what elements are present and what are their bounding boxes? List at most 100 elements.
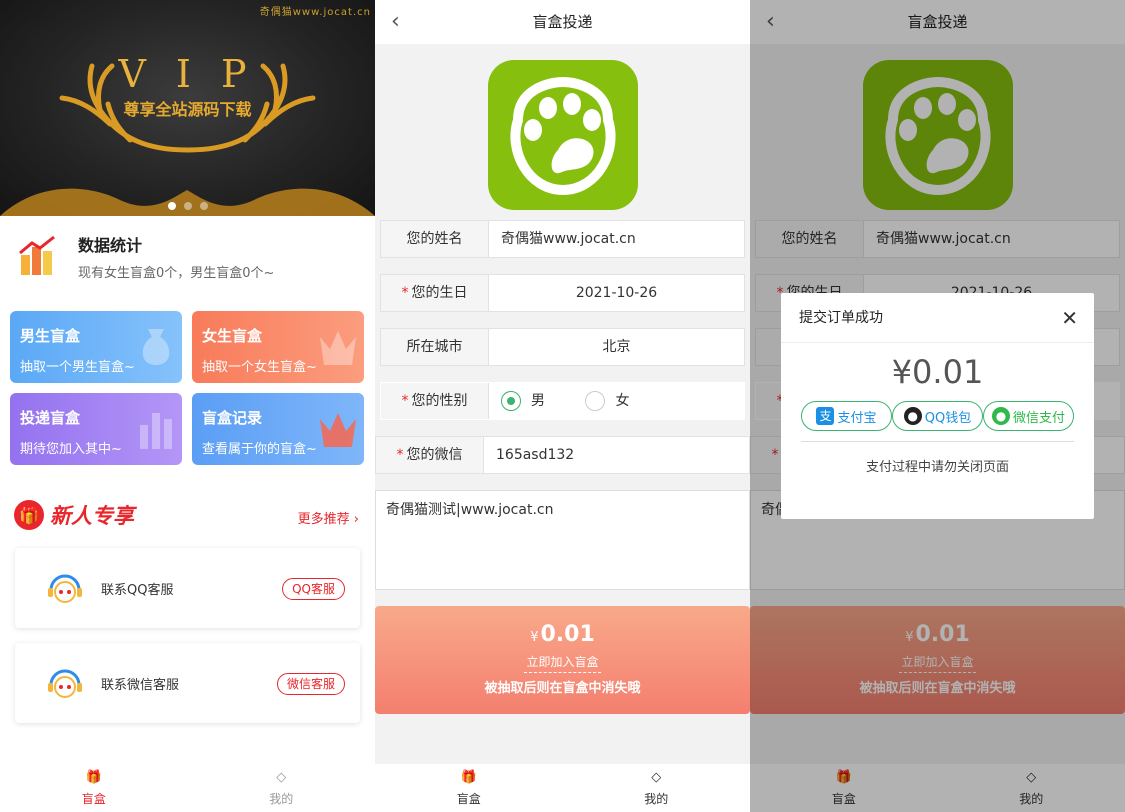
- birthday-field: *您的生日 2021-10-26: [380, 274, 745, 312]
- pay-join-button[interactable]: ¥0.01 立即加入盲盒 被抽取后则在盲盒中消失哦: [375, 606, 750, 714]
- qq-service-card[interactable]: 联系QQ客服 QQ客服: [15, 548, 360, 628]
- required-mark: *: [396, 447, 404, 463]
- dialog-tip: 支付过程中请勿关闭页面: [865, 460, 1009, 475]
- stats-title: 数据统计: [78, 235, 143, 255]
- divider: [801, 441, 1074, 442]
- newcomer-section: 🎁 新人专享 更多推荐 › 联系QQ客服 QQ客服 联系微信客服 微信客服: [0, 476, 375, 764]
- back-arrow-icon[interactable]: ‹: [391, 0, 400, 44]
- banner-vip-text: VIP: [118, 52, 277, 96]
- alipay-label: 支付宝: [837, 410, 877, 426]
- city-picker[interactable]: 北京: [489, 329, 744, 365]
- newcomer-title: 新人专享: [50, 504, 134, 528]
- wechat-pay-label: 微信支付: [1012, 410, 1065, 426]
- qq-wallet-label: QQ钱包: [924, 410, 972, 426]
- wechat-label-text: 您的微信: [406, 447, 463, 463]
- birthday-label: *您的生日: [381, 275, 489, 311]
- gift-box-icon: 🎁: [460, 769, 477, 785]
- city-label: 所在城市: [381, 329, 489, 365]
- carousel-indicator: [0, 202, 375, 210]
- birthday-picker[interactable]: 2021-10-26: [489, 275, 744, 311]
- carousel-dot-1[interactable]: [167, 202, 176, 210]
- nav-header: ‹ 盲盒投递: [375, 0, 750, 44]
- bottom-tabbar: 🎁 盲盒 ◇ 我的: [375, 764, 750, 812]
- gender-label-text: 您的性别: [411, 393, 468, 409]
- qq-wallet-button[interactable]: ● QQ钱包: [892, 401, 983, 431]
- order-success-dialog: 提交订单成功 ✕ ¥0.01 支 支付宝 ● QQ钱包 ● 微信支付 支付过程中…: [781, 293, 1094, 519]
- bottom-tabbar: 🎁 盲盒 ◇ 我的: [0, 764, 375, 812]
- tab-label: 盲盒: [456, 791, 481, 806]
- gender-label: *您的性别: [381, 383, 489, 419]
- vip-banner[interactable]: 奇偶猫www.jocat.cn VIP 尊享全站源码下载: [0, 0, 375, 216]
- blindbox-records-card[interactable]: 盲盒记录 查看属于你的盲盒~: [192, 393, 364, 465]
- qq-service-label: 联系QQ客服: [101, 582, 174, 598]
- stats-subtitle: 现有女生盲盒0个，男生盲盒0个~: [78, 265, 275, 281]
- wechat-icon: ●: [991, 407, 1010, 425]
- stats-bars-icon: [140, 413, 172, 449]
- diamond-icon: ◇: [651, 769, 662, 785]
- join-label: 立即加入盲盒: [524, 653, 601, 673]
- price: ¥0.01: [375, 622, 750, 647]
- more-recommend-label: 更多推荐: [297, 512, 350, 527]
- radio-label: 女: [615, 393, 630, 409]
- gender-female-radio[interactable]: 女: [585, 383, 629, 419]
- tab-blindbox[interactable]: 🎁 盲盒: [375, 764, 563, 812]
- name-field: 您的姓名 奇偶猫www.jocat.cn: [380, 220, 745, 258]
- wechat-input[interactable]: 165asd132: [484, 437, 749, 473]
- wechat-service-label: 联系微信客服: [101, 677, 180, 693]
- gender-male-radio[interactable]: 男: [501, 383, 545, 419]
- chevron-right-icon: ›: [353, 512, 359, 527]
- more-recommend-link[interactable]: 更多推荐 ›: [298, 508, 359, 527]
- modal-overlay[interactable]: 提交订单成功 ✕ ¥0.01 支 支付宝 ● QQ钱包 ● 微信支付 支付过程中…: [750, 0, 1125, 812]
- gift-icon: 🎁: [14, 500, 44, 530]
- crown-icon: [320, 413, 356, 447]
- alipay-icon: 支: [816, 407, 835, 425]
- tab-blindbox[interactable]: 🎁 盲盒: [0, 764, 188, 812]
- price-value: 0.01: [540, 622, 595, 647]
- dialog-amount: ¥0.01: [891, 353, 984, 391]
- join-note: 被抽取后则在盲盒中消失哦: [484, 681, 641, 696]
- crown-icon: [320, 331, 356, 365]
- currency-symbol: ¥: [530, 630, 539, 645]
- wechat-pay-button[interactable]: ● 微信支付: [983, 401, 1074, 431]
- tab-label: 我的: [269, 791, 294, 806]
- gift-box-icon: 🎁: [85, 769, 102, 785]
- radio-checked-icon: [501, 391, 521, 411]
- required-mark: *: [401, 393, 409, 409]
- city-field: 所在城市 北京: [380, 328, 745, 366]
- paw-logo-icon: [488, 60, 638, 210]
- message-textarea[interactable]: 奇偶猫测试|www.jocat.cn: [375, 490, 750, 590]
- name-input[interactable]: 奇偶猫www.jocat.cn: [489, 221, 744, 257]
- payment-dialog-screen: ‹ 盲盒投递 您的姓名 奇偶猫www.jocat.cn *您的生日 2021-1…: [750, 0, 1125, 812]
- wechat-service-card[interactable]: 联系微信客服 微信客服: [15, 643, 360, 723]
- diamond-icon: ◇: [276, 769, 287, 785]
- name-label: 您的姓名: [381, 221, 489, 257]
- wechat-label: *您的微信: [376, 437, 484, 473]
- radio-label: 男: [531, 393, 545, 409]
- page-title: 盲盒投递: [532, 13, 593, 31]
- male-blindbox-card[interactable]: 男生盲盒 抽取一个男生盲盒~: [10, 311, 182, 383]
- tab-label: 我的: [644, 791, 669, 806]
- submit-form-screen: ‹ 盲盒投递 您的姓名 奇偶猫www.jocat.cn * 您的生日 2021-1…: [375, 0, 750, 812]
- banner-watermark: 奇偶猫www.jocat.cn: [259, 7, 371, 18]
- gender-field: *您的性别 男 女: [380, 382, 745, 420]
- customer-service-icon: [48, 574, 82, 603]
- submit-blindbox-card[interactable]: 投递盲盒 期待您加入其中~: [10, 393, 182, 465]
- wechat-service-button[interactable]: 微信客服: [276, 673, 345, 695]
- customer-service-icon: [48, 669, 82, 698]
- carousel-dot-3[interactable]: [199, 202, 208, 210]
- money-bag-icon: [142, 329, 170, 365]
- birthday-label-text: 您的生日: [411, 285, 468, 301]
- close-icon[interactable]: ✕: [1061, 293, 1078, 343]
- qq-penguin-icon: ●: [903, 407, 922, 425]
- tab-mine[interactable]: ◇ 我的: [188, 764, 376, 812]
- screenshot-composite: 奇偶猫www.jocat.cn VIP 尊享全站源码下载 数据统计 现有女生盲盒…: [0, 0, 1125, 812]
- home-screen: 奇偶猫www.jocat.cn VIP 尊享全站源码下载 数据统计 现有女生盲盒…: [0, 0, 375, 812]
- carousel-dot-2[interactable]: [183, 202, 192, 210]
- tab-mine[interactable]: ◇ 我的: [563, 764, 751, 812]
- alipay-button[interactable]: 支 支付宝: [801, 401, 892, 431]
- newcomer-header: 🎁 新人专享: [14, 500, 134, 530]
- qq-service-button[interactable]: QQ客服: [282, 578, 345, 600]
- gender-options: 男 女: [489, 383, 744, 419]
- dialog-header: 提交订单成功 ✕: [781, 293, 1094, 343]
- female-blindbox-card[interactable]: 女生盲盒 抽取一个女生盲盒~: [192, 311, 364, 383]
